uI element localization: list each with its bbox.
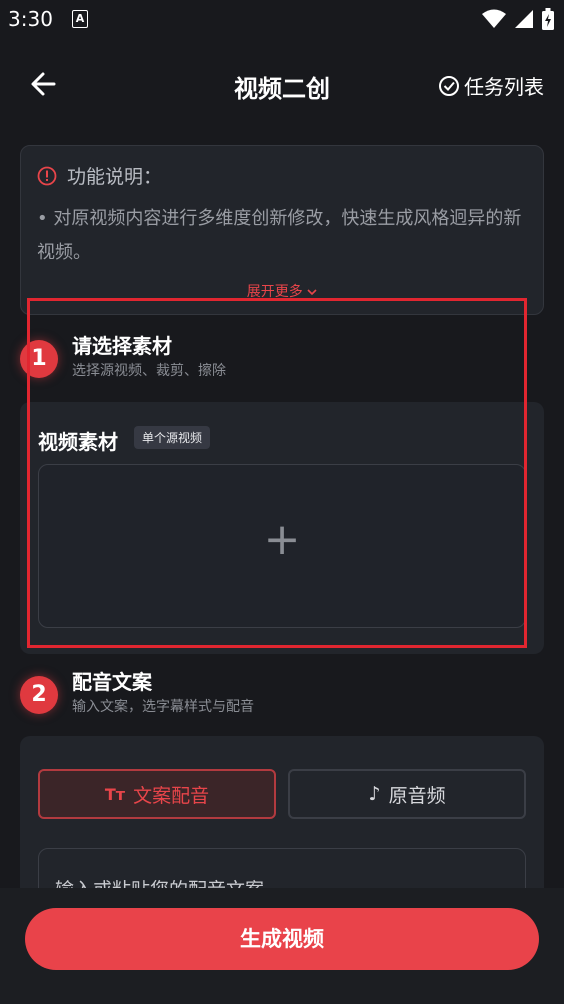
- step-2-title: 配音文案: [72, 670, 152, 694]
- step-1-badge: 1: [20, 340, 58, 378]
- tab-text-voiceover-label: 文案配音: [133, 784, 210, 807]
- expand-more-label: 展开更多: [246, 284, 303, 300]
- video-material-panel: 视频素材 单个源视频 +: [20, 402, 544, 654]
- single-source-tag: 单个源视频: [134, 426, 211, 449]
- battery-icon: [542, 8, 554, 30]
- status-bar: 3:30 A: [0, 0, 564, 40]
- expand-more-link[interactable]: 展开更多: [21, 281, 543, 301]
- status-time: 3:30: [8, 7, 53, 31]
- task-list-label: 任务列表: [464, 75, 544, 99]
- wifi-icon: [482, 9, 506, 28]
- step-2-subtitle: 输入文案，选字幕样式与配音: [72, 699, 254, 715]
- tab-text-voiceover[interactable]: Tт 文案配音: [38, 769, 276, 819]
- bottom-action-bar: 生成视频: [0, 888, 564, 1004]
- plus-icon: +: [263, 514, 301, 565]
- generate-video-button[interactable]: 生成视频: [25, 908, 539, 970]
- task-list-button[interactable]: 任务列表: [438, 71, 544, 100]
- step-1-title: 请选择素材: [72, 334, 172, 358]
- signal-icon: [515, 10, 533, 28]
- video-material-title: 视频素材: [38, 430, 118, 454]
- tab-original-audio[interactable]: ♪ 原音频: [288, 769, 526, 819]
- chevron-down-icon: [307, 289, 317, 296]
- step-1-subtitle: 选择源视频、裁剪、擦除: [72, 363, 226, 379]
- text-format-icon: Tт: [104, 784, 126, 804]
- check-circle-icon: [439, 75, 459, 96]
- info-body-text: • 对原视频内容进行多维度创新修改，快速生成风格迥异的新视频。: [37, 208, 522, 263]
- step-2-header: 2 配音文案 输入文案，选字幕样式与配音: [20, 670, 320, 716]
- notification-icon: A: [72, 10, 88, 28]
- app-bar: 视频二创 任务列表: [0, 52, 564, 116]
- step-2-badge: 2: [20, 676, 58, 714]
- music-note-icon: ♪: [368, 783, 381, 805]
- info-icon: [37, 166, 57, 185]
- feature-description-card: 功能说明： • 对原视频内容进行多维度创新修改，快速生成风格迥异的新视频。 展开…: [20, 145, 544, 315]
- tab-original-audio-label: 原音频: [388, 784, 446, 807]
- add-video-uploader[interactable]: +: [38, 464, 526, 628]
- info-heading-text: 功能说明：: [67, 166, 163, 188]
- voiceover-tabs: Tт 文案配音 ♪ 原音频: [38, 769, 526, 821]
- status-icons: [482, 8, 554, 30]
- info-heading: 功能说明：: [37, 162, 162, 189]
- step-1-header: 1 请选择素材 选择源视频、裁剪、擦除: [20, 334, 320, 380]
